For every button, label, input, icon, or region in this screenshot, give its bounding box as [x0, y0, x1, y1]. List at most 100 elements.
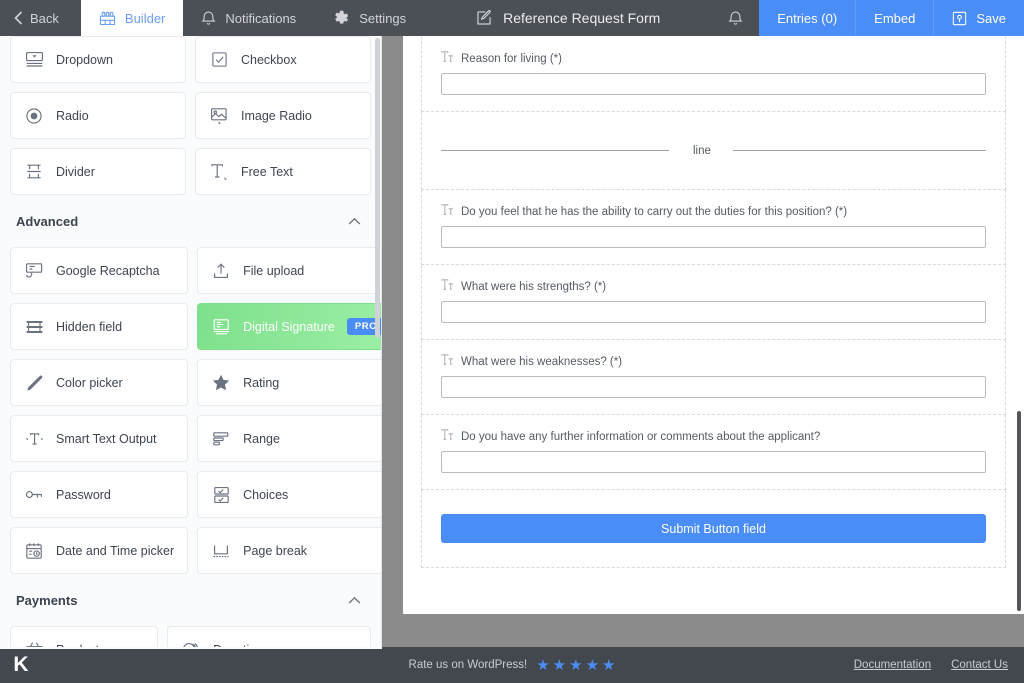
field-label-row: Do you feel that he has the ability to c… [441, 200, 986, 226]
field-card-date-and-time-picker[interactable]: Date and Time picker [10, 527, 188, 574]
field-card-page-break[interactable]: Page break [197, 527, 382, 574]
calendar-clock-icon [24, 542, 44, 560]
checkbox-icon [209, 51, 229, 68]
section-header-advanced[interactable]: Advanced [8, 195, 373, 247]
field-card-divider[interactable]: Divider [10, 148, 186, 195]
divider-line-left [441, 150, 669, 151]
tab-builder-label: Builder [125, 11, 165, 26]
field-card-label: Page break [243, 544, 382, 558]
topbar-spacer [424, 0, 458, 36]
field-card-free-text[interactable]: Free Text [195, 148, 371, 195]
bell-icon [728, 10, 743, 26]
form-field-text[interactable]: Reason for living (*) [421, 36, 1006, 112]
field-label-row: What were his strengths? (*) [441, 275, 986, 301]
form-canvas: Reason for living (*) line Do you feel tha… [403, 36, 1024, 614]
field-input[interactable] [441, 451, 986, 473]
notifications-bell-button[interactable] [712, 0, 759, 36]
star-icon[interactable]: ★ [569, 658, 582, 673]
field-label: What were his weaknesses? (*) [461, 356, 622, 368]
field-label: Do you have any further information or c… [461, 431, 820, 443]
field-card-label: Password [56, 488, 174, 502]
field-input[interactable] [441, 226, 986, 248]
documentation-link[interactable]: Documentation [854, 659, 931, 671]
field-card-radio[interactable]: Radio [10, 92, 186, 139]
top-bar: Back Builder Notification [0, 0, 1024, 36]
upload-icon [211, 262, 231, 280]
star-icon [211, 374, 231, 391]
tab-notifications[interactable]: Notifications [183, 0, 314, 36]
contact-us-link[interactable]: Contact Us [951, 659, 1008, 671]
field-card-label: Digital Signature [243, 320, 335, 334]
star-icon[interactable]: ★ [553, 658, 566, 673]
tab-builder[interactable]: Builder [81, 0, 183, 36]
canvas-scrollbar-thumb[interactable] [1017, 411, 1021, 611]
field-card-password[interactable]: Password [10, 471, 188, 518]
tab-notifications-label: Notifications [225, 11, 296, 26]
field-card-image-radio[interactable]: Image Radio [195, 92, 371, 139]
field-card-checkbox[interactable]: Checkbox [195, 36, 371, 83]
field-card-range[interactable]: Range [197, 415, 382, 462]
digital-signature-icon [211, 318, 231, 336]
back-button[interactable]: Back [0, 0, 81, 36]
field-card-label: Dropdown [56, 53, 172, 67]
field-card-google-recaptcha[interactable]: Google Recaptcha [10, 247, 188, 294]
form-field-text[interactable]: What were his strengths? (*) [421, 265, 1006, 340]
field-card-choices[interactable]: Choices [197, 471, 382, 518]
smart-text-icon [24, 431, 44, 447]
field-card-rating[interactable]: Rating [197, 359, 382, 406]
divider-line-right [733, 150, 986, 151]
field-input[interactable] [441, 301, 986, 323]
field-card-dropdown[interactable]: Dropdown [10, 36, 186, 83]
field-card-color-picker[interactable]: Color picker [10, 359, 188, 406]
section-title: Payments [16, 593, 77, 608]
sidebar-scrollbar-thumb[interactable] [375, 38, 380, 338]
form-field-submit[interactable]: Submit Button field [421, 490, 1006, 568]
field-card-smart-text-output[interactable]: Smart Text Output [10, 415, 188, 462]
text-field-icon [441, 429, 453, 444]
back-label: Back [30, 11, 59, 26]
main-body: DropdownCheckboxRadioImage RadioDividerF… [0, 36, 1024, 647]
field-card-donation[interactable]: Donation [167, 626, 371, 647]
range-icon [211, 431, 231, 447]
embed-button[interactable]: Embed [855, 0, 933, 36]
fields-sidebar: DropdownCheckboxRadioImage RadioDividerF… [0, 36, 382, 647]
field-card-label: Range [243, 432, 382, 446]
form-field-text[interactable]: What were his weaknesses? (*) [421, 340, 1006, 415]
form-title[interactable]: Reference Request Form [458, 0, 678, 36]
field-card-label: Date and Time picker [56, 544, 174, 558]
field-card-product[interactable]: Product [10, 626, 158, 647]
field-label: Do you feel that he has the ability to c… [461, 206, 847, 218]
divider-label: line [669, 145, 733, 157]
rating-stars[interactable]: ★★★★★ [536, 658, 615, 673]
field-card-label: Image Radio [241, 109, 357, 123]
section-header-payments[interactable]: Payments [8, 574, 373, 626]
star-icon[interactable]: ★ [586, 658, 599, 673]
field-input[interactable] [441, 73, 986, 95]
save-button[interactable]: Save [933, 0, 1024, 36]
sidebar-sections: AdvancedGoogle RecaptchaFile uploadHidde… [8, 195, 373, 647]
text-field-icon [441, 51, 453, 66]
star-icon[interactable]: ★ [536, 658, 549, 673]
field-label-row: Do you have any further information or c… [441, 425, 986, 451]
field-card-label: Google Recaptcha [56, 264, 174, 278]
chevron-up-icon[interactable] [348, 214, 361, 229]
form-field-text[interactable]: Do you feel that he has the ability to c… [421, 190, 1006, 265]
chevron-up-icon[interactable] [348, 593, 361, 608]
field-card-hidden-field[interactable]: Hidden field [10, 303, 188, 350]
form-field-text[interactable]: Do you have any further information or c… [421, 415, 1006, 490]
app-root: Back Builder Notification [0, 0, 1024, 683]
star-icon[interactable]: ★ [602, 658, 615, 673]
sidebar-scroll-area[interactable]: DropdownCheckboxRadioImage RadioDividerF… [0, 36, 381, 647]
submit-button[interactable]: Submit Button field [441, 514, 986, 543]
save-label: Save [976, 11, 1006, 26]
field-card-label: Hidden field [56, 320, 174, 334]
section-grid-advanced: Google RecaptchaFile uploadHidden fieldD… [8, 247, 373, 574]
tab-settings[interactable]: Settings [314, 0, 424, 36]
field-card-file-upload[interactable]: File upload [197, 247, 382, 294]
form-field-divider[interactable]: line [421, 112, 1006, 190]
form-title-text: Reference Request Form [503, 10, 660, 26]
field-card-digital-signature[interactable]: Digital SignaturePRO [197, 303, 382, 350]
entries-button[interactable]: Entries (0) [759, 0, 855, 36]
field-input[interactable] [441, 376, 986, 398]
entries-label: Entries (0) [777, 11, 837, 26]
